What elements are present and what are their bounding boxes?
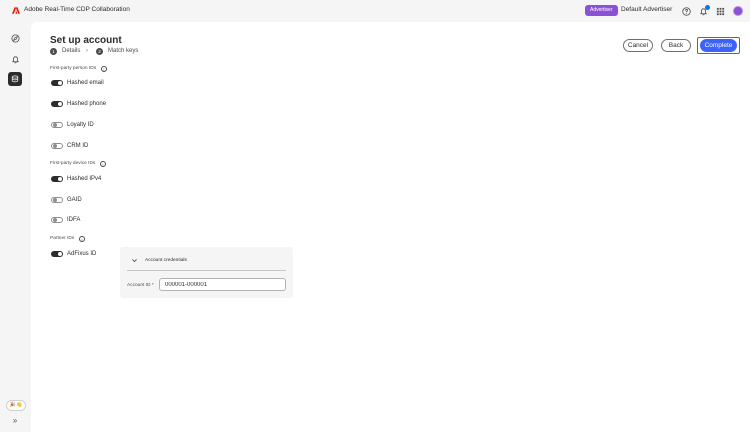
account-id-label: Account ID * [127,283,154,289]
toggle-hashed-phone[interactable] [51,101,63,107]
step-details[interactable]: Details [62,48,80,55]
account-credentials-card: Account credentials Account ID * [120,247,293,298]
app-title[interactable]: Adobe Real-Time CDP Collaboration [24,6,130,13]
complete-button[interactable]: Complete [700,39,737,52]
step-number-1: 1 [50,48,57,55]
toggle-hashed-email[interactable] [51,80,63,86]
account-id-input[interactable] [159,278,286,291]
compass-icon[interactable] [8,31,22,45]
toggle-adfixus-id[interactable] [51,251,63,257]
page-title: Set up account [50,35,122,46]
info-icon[interactable]: i [79,236,85,242]
toggle-idfa[interactable] [51,217,63,223]
data-icon[interactable] [8,72,22,86]
toggle-label: Hashed email [67,79,104,86]
main-panel: Set up account 1 Details › 2 Match keys … [31,22,750,432]
back-button[interactable]: Back [661,39,691,52]
divider [127,270,286,271]
toggle-label: AdFixus ID [67,250,97,257]
account-id-label-text: Account ID [127,283,151,288]
section-label-device: First-party device IDs [50,161,96,166]
toggle-label: GAID [67,196,82,203]
top-bar: Adobe Real-Time CDP Collaboration Advert… [0,0,750,22]
info-icon[interactable]: i [101,66,107,72]
feedback-emoji-button[interactable]: 🎉👋 [6,400,26,411]
section-label-partner: Partner IDs [50,236,75,241]
notification-dot [705,5,710,10]
toggle-hashed-ipv4[interactable] [51,176,63,182]
account-name[interactable]: Default Advertiser [621,6,672,13]
adobe-logo-icon[interactable] [12,6,20,15]
avatar[interactable] [733,6,743,16]
toggle-crm-id[interactable] [51,143,63,149]
toggle-label: Loyalty ID [67,121,94,128]
info-icon[interactable]: i [100,161,106,167]
help-icon[interactable] [681,6,691,16]
step-number-2: 2 [96,48,103,55]
toggle-label: CRM ID [67,142,89,149]
toggle-label: IDFA [67,216,81,223]
section-label-person: First-party person IDs [50,66,97,71]
left-rail [0,22,30,432]
cancel-button[interactable]: Cancel [623,39,653,52]
toggle-loyalty-id[interactable] [51,122,63,128]
expand-rail-button[interactable]: » [10,416,20,426]
toggle-gaid[interactable] [51,197,63,203]
advertiser-badge: Advertiser [585,5,618,16]
chevron-down-icon[interactable] [131,257,138,264]
apps-grid-icon[interactable] [715,6,725,16]
account-credentials-title[interactable]: Account credentials [145,258,187,264]
required-mark: * [151,283,154,288]
toggle-label: Hashed IPv4 [67,175,102,182]
step-chevron-icon: › [86,48,88,54]
bell-outline-icon[interactable] [8,52,22,66]
toggle-label: Hashed phone [67,100,107,107]
step-match-keys[interactable]: Match keys [108,48,138,55]
